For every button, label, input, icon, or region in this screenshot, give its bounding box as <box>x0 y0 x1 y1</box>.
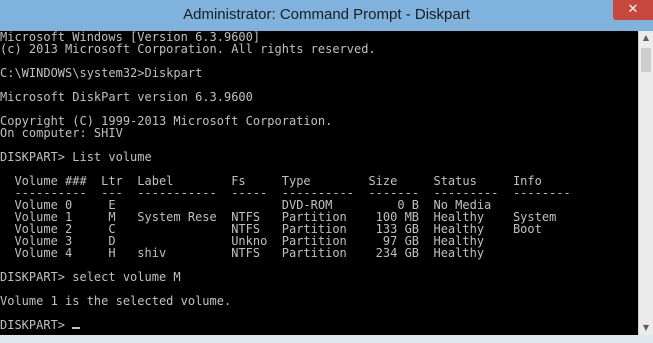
console-line: Microsoft DiskPart version 6.3.9600 <box>0 90 253 104</box>
console-line: C:\WINDOWS\system32>Diskpart <box>0 66 203 80</box>
window-title: Administrator: Command Prompt - Diskpart <box>183 6 470 23</box>
command-prompt-window: Administrator: Command Prompt - Diskpart… <box>0 0 653 343</box>
console-line: DISKPART> <box>0 319 571 331</box>
console-output[interactable]: Microsoft Windows [Version 6.3.9600] (c) … <box>0 31 638 335</box>
console-line: Volume 1 is the selected volume. <box>0 294 232 308</box>
console-line: On computer: SHIV <box>0 126 123 140</box>
scroll-thumb[interactable] <box>641 48 651 72</box>
title-bar[interactable]: Administrator: Command Prompt - Diskpart… <box>0 0 653 31</box>
close-icon: ✕ <box>627 2 639 17</box>
close-button[interactable]: ✕ <box>613 0 653 20</box>
console-lines: Microsoft Windows [Version 6.3.9600] (c) … <box>0 31 571 331</box>
console-line: DISKPART> select volume M <box>0 270 181 284</box>
scroll-up-arrow-icon[interactable]: ▲ <box>639 31 653 45</box>
vertical-scrollbar[interactable]: ▲ ▼ <box>638 31 653 335</box>
scroll-down-arrow-icon[interactable]: ▼ <box>639 321 653 335</box>
text-cursor <box>72 327 81 329</box>
window-bottom-edge <box>0 335 653 343</box>
console-line: DISKPART> List volume <box>0 150 152 164</box>
console-line: Volume 4 H shiv NTFS Partition 234 GB He… <box>0 246 485 260</box>
console-line: (c) 2013 Microsoft Corporation. All righ… <box>0 42 376 56</box>
